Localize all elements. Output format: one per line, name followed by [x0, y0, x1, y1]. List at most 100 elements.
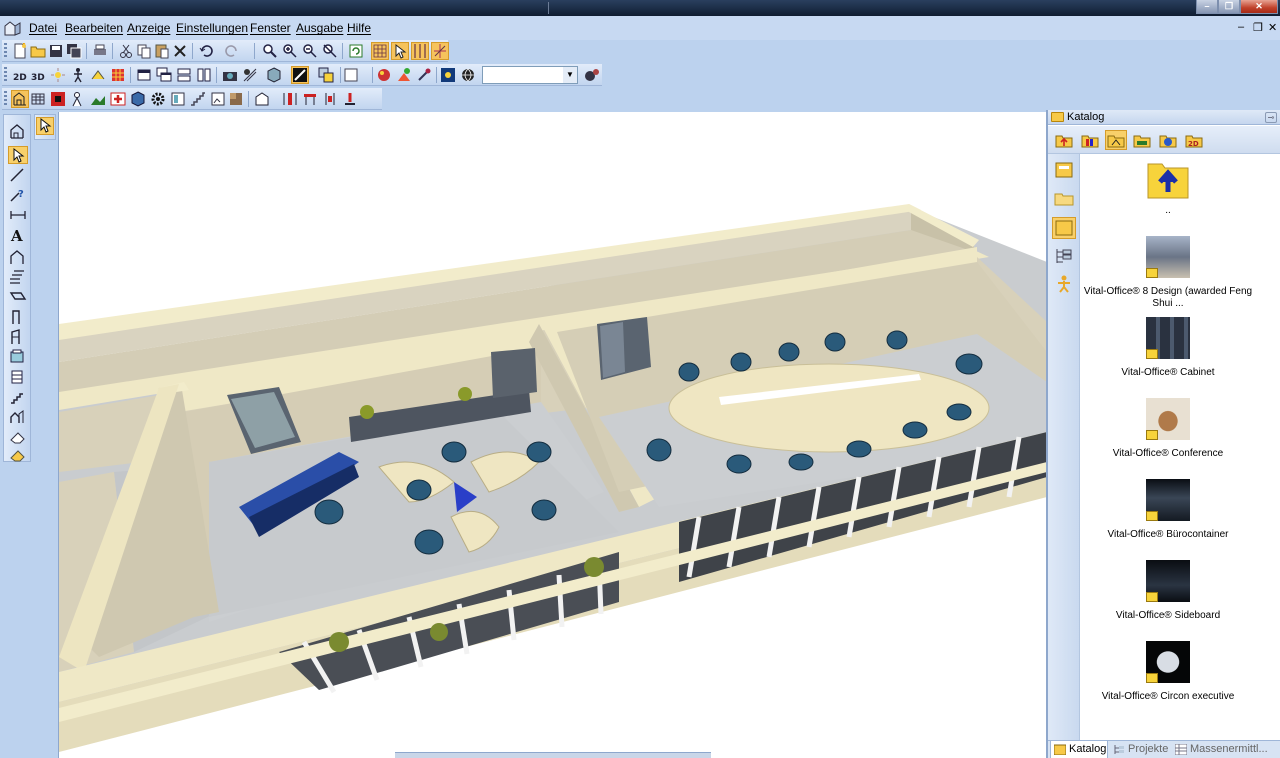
guides-icon[interactable]	[411, 42, 429, 60]
gear-icon[interactable]	[150, 91, 166, 107]
globe-folder-icon[interactable]	[1158, 131, 1178, 149]
cut-icon[interactable]	[118, 43, 134, 59]
delete-icon[interactable]	[172, 43, 188, 59]
landscape-icon[interactable]	[90, 91, 106, 107]
catalog-scrollbar[interactable]	[1262, 154, 1278, 740]
library-icon[interactable]	[1080, 131, 1100, 149]
toolbar-grip[interactable]	[4, 91, 7, 107]
building-icon[interactable]	[254, 91, 270, 107]
mdi-close-button[interactable]: ✕	[1268, 21, 1277, 34]
catalog-tab-icon[interactable]	[1052, 217, 1076, 239]
wall-panel-icon[interactable]	[170, 91, 186, 107]
zoom-out-icon[interactable]	[302, 43, 318, 59]
window-single-icon[interactable]	[136, 67, 152, 83]
save-all-icon[interactable]	[66, 43, 82, 59]
menu-ausgabe[interactable]: Ausgabe	[296, 21, 343, 35]
furniture-tool-icon[interactable]	[9, 369, 27, 385]
zoom-icon[interactable]	[262, 43, 278, 59]
line-tool-icon[interactable]	[9, 167, 27, 183]
save-icon[interactable]	[48, 43, 64, 59]
stairs-icon[interactable]	[190, 91, 206, 107]
pin-icon[interactable]: ⊸	[1265, 112, 1277, 123]
person-icon[interactable]	[70, 91, 86, 107]
view-2d-icon[interactable]: 2D	[12, 67, 28, 83]
app-icon[interactable]	[4, 20, 22, 36]
menu-datei[interactable]: Datei	[29, 21, 57, 35]
tab-katalog[interactable]: Katalog	[1050, 741, 1108, 758]
globe-icon[interactable]	[460, 67, 476, 83]
table-grid-icon[interactable]	[30, 91, 46, 107]
layers-icon[interactable]	[318, 67, 334, 83]
mdi-minimize-button[interactable]: –	[1238, 21, 1244, 33]
object-3d-icon[interactable]	[266, 67, 282, 83]
view-select[interactable]: ▼	[482, 66, 578, 84]
person-icon[interactable]	[1053, 274, 1075, 294]
menu-fenster[interactable]: Fenster	[250, 21, 291, 35]
sun-position-icon[interactable]	[440, 67, 456, 83]
menu-hilfe[interactable]: Hilfe	[347, 21, 371, 35]
3d-viewport[interactable]	[58, 112, 1046, 758]
menu-bearbeiten[interactable]: Bearbeiten	[65, 21, 123, 35]
stair-tool-icon[interactable]	[9, 389, 27, 405]
tab-massenermittlung[interactable]: Massenermittl...	[1172, 741, 1278, 758]
paint-icon[interactable]	[396, 67, 412, 83]
slab-tool-icon[interactable]	[9, 289, 27, 305]
open-folder-icon[interactable]	[1053, 188, 1075, 208]
snap-angle-icon[interactable]	[431, 42, 449, 60]
undo-icon[interactable]	[198, 43, 214, 59]
text-tool-icon[interactable]: A	[9, 227, 27, 243]
pointer-icon[interactable]	[36, 117, 54, 135]
catalog-item-vital-office-circon[interactable]: Vital-Office® Circon executive	[1080, 641, 1256, 703]
picture-icon[interactable]	[210, 91, 226, 107]
floorplan-icon[interactable]	[11, 90, 29, 108]
foundation-icon[interactable]	[342, 91, 358, 107]
measure-help-icon[interactable]: ?	[9, 187, 27, 203]
zoom-in-icon[interactable]	[282, 43, 298, 59]
snap-cursor-icon[interactable]	[391, 42, 409, 60]
copy-icon[interactable]	[136, 43, 152, 59]
eraser-icon[interactable]	[9, 429, 27, 445]
refresh-icon[interactable]	[348, 43, 364, 59]
chevron-down-icon[interactable]: ▼	[563, 67, 577, 83]
window-tile-horizontal-icon[interactable]	[176, 67, 192, 83]
catalog-item-vital-office-8-design[interactable]: Vital-Office® 8 Design (awarded Feng Shu…	[1080, 236, 1256, 310]
support-icon[interactable]	[322, 91, 338, 107]
render-icon[interactable]	[242, 67, 258, 83]
catalog-folder-icon[interactable]	[1105, 130, 1127, 150]
window-tool-icon[interactable]	[9, 329, 27, 345]
column-icon[interactable]	[282, 91, 298, 107]
catalog-item-vital-office-sideboard[interactable]: Vital-Office® Sideboard	[1080, 560, 1256, 622]
folder-2d-icon[interactable]: 2D	[1184, 131, 1204, 149]
wall-tool-icon[interactable]	[9, 249, 27, 265]
material-icon[interactable]	[376, 67, 392, 83]
roof-tool-icon[interactable]	[9, 269, 27, 285]
window-cascade-icon[interactable]	[156, 67, 172, 83]
tab-projekte[interactable]: Projekte	[1110, 741, 1170, 758]
minimize-button[interactable]: –	[1196, 0, 1218, 14]
redo-icon[interactable]	[224, 43, 240, 59]
catalog-item-vital-office-conference[interactable]: Vital-Office® Conference	[1080, 398, 1256, 460]
cube-icon[interactable]	[130, 91, 146, 107]
building-tool-icon[interactable]	[9, 123, 27, 139]
fly-icon[interactable]	[90, 67, 106, 83]
grid-icon[interactable]	[371, 42, 389, 60]
dimension-icon[interactable]	[9, 207, 27, 223]
folder-up-icon[interactable]	[1054, 131, 1074, 149]
shading-icon[interactable]	[291, 66, 309, 84]
select-pointer-icon[interactable]	[8, 146, 28, 164]
camera-icon[interactable]	[222, 67, 238, 83]
maximize-button[interactable]: ❐	[1218, 0, 1240, 14]
open-folder-icon[interactable]	[30, 43, 46, 59]
viewport-scrollbar[interactable]	[395, 752, 711, 758]
favorites-folder-icon[interactable]	[1132, 131, 1152, 149]
catalog-item-up[interactable]: ..	[1080, 158, 1256, 217]
close-button[interactable]: ✕	[1240, 0, 1278, 14]
door-tool-icon[interactable]	[9, 309, 27, 325]
menu-anzeige[interactable]: Anzeige	[127, 21, 170, 35]
new-file-icon[interactable]	[12, 43, 28, 59]
catalog-item-vital-office-burocontainer[interactable]: Vital-Office® Bürocontainer	[1080, 479, 1256, 541]
terrain-tool-icon[interactable]	[9, 409, 27, 425]
first-aid-icon[interactable]	[110, 91, 126, 107]
catalog-item-vital-office-cabinet[interactable]: Vital-Office® Cabinet	[1080, 317, 1256, 379]
paste-icon[interactable]	[154, 43, 170, 59]
